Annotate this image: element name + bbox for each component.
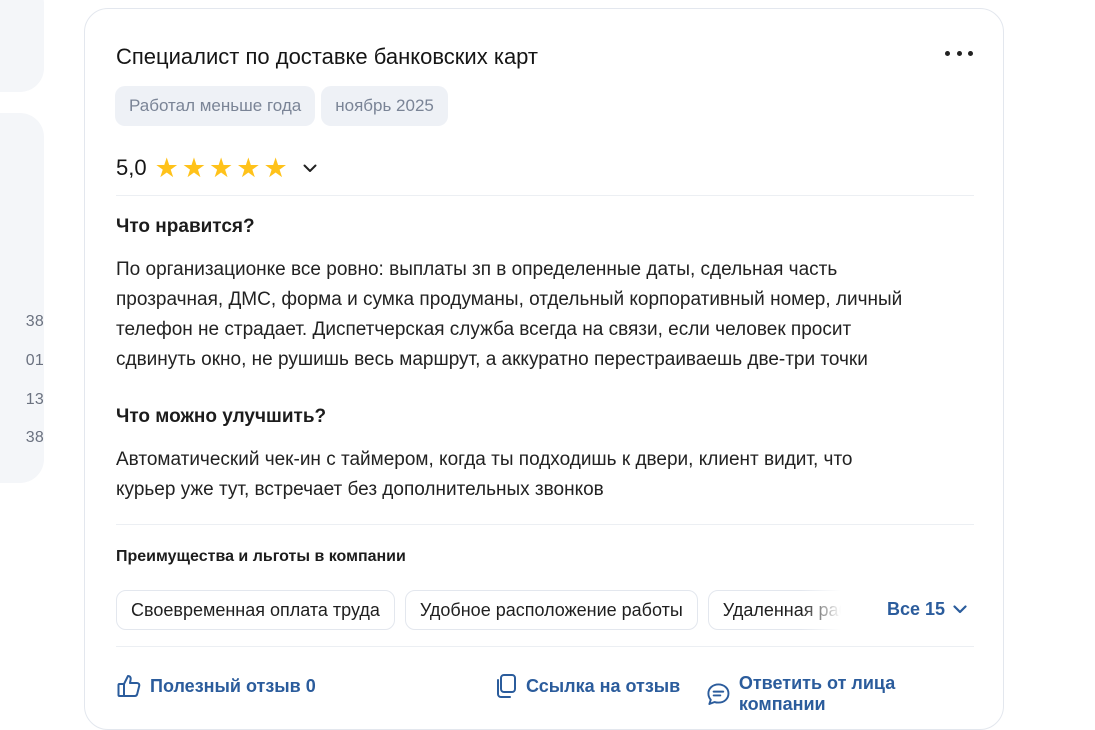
copy-link-label: Ссылка на отзыв xyxy=(526,675,681,696)
review-title: Специалист по доставке банковских карт xyxy=(116,44,539,69)
rating-expand-button[interactable] xyxy=(300,158,320,178)
helpful-label: Полезный отзыв 0 xyxy=(150,675,316,696)
tag-experience: Работал меньше года xyxy=(115,86,316,126)
likes-text-line: По организационке все ровно: выплаты зп … xyxy=(116,259,838,280)
rating-stars: ★ ★ ★ ★ ★ xyxy=(154,152,288,183)
divider xyxy=(116,524,974,525)
copy-link-button[interactable]: Ссылка на отзыв xyxy=(494,673,680,699)
benefits-all-button[interactable]: Все 15 xyxy=(887,599,967,620)
likes-title: Что нравится? xyxy=(116,216,255,237)
benefit-chip[interactable]: Удаленная работа xyxy=(707,590,841,630)
chevron-down-icon xyxy=(303,164,317,172)
star-icon: ★ xyxy=(154,152,179,183)
likes-text: По организационке все ровно: выплаты зп … xyxy=(116,255,986,375)
review-tags: Работал меньше года ноябрь 2025 xyxy=(115,86,448,126)
more-options-button[interactable] xyxy=(945,43,973,63)
benefits-chips: Своевременная оплата труда Удобное распо… xyxy=(116,590,841,630)
star-icon: ★ xyxy=(263,152,288,183)
more-dot-icon xyxy=(945,50,950,56)
tag-date: ноябрь 2025 xyxy=(321,86,448,126)
chevron-down-icon xyxy=(953,605,967,614)
left-panel-number: 13 xyxy=(25,391,44,408)
rating-value: 5,0 xyxy=(116,155,147,180)
benefit-chip[interactable]: Своевременная оплата труда xyxy=(116,590,395,630)
likes-text-line: прозрачная, ДМС, форма и сумка продуманы… xyxy=(116,289,903,310)
review-actions: Полезный отзыв 0 Ссылка на отзыв Ответит… xyxy=(116,673,976,714)
helpful-button[interactable]: Полезный отзыв 0 xyxy=(116,673,316,699)
copy-icon xyxy=(497,674,516,698)
improve-text-line: курьер уже тут, встречает без дополнител… xyxy=(116,479,604,500)
left-panel-number: 01 xyxy=(25,352,44,369)
likes-text-line: телефон не страдает. Диспетчерская служб… xyxy=(116,319,852,340)
reply-label: Ответить от лица компании xyxy=(738,673,896,714)
thumbs-up-icon xyxy=(117,675,141,697)
review-card: Специалист по доставке банковских карт Р… xyxy=(84,8,1004,730)
left-panel-card-top xyxy=(0,0,44,92)
benefits-all-label: Все 15 xyxy=(887,599,946,619)
improve-title: Что можно улучшить? xyxy=(116,406,327,427)
star-icon: ★ xyxy=(209,152,234,183)
more-dot-icon xyxy=(956,50,962,56)
rating-row: 5,0 ★ ★ ★ ★ ★ xyxy=(116,152,320,184)
benefits-title: Преимущества и льготы в компании xyxy=(116,548,406,565)
improve-text-line: Автоматический чек-ин с таймером, когда … xyxy=(116,449,853,470)
likes-text-line: сдвинуть окно, не рушишь весь маршрут, а… xyxy=(116,349,868,370)
improve-text: Автоматический чек-ин с таймером, когда … xyxy=(116,445,986,505)
star-icon: ★ xyxy=(181,152,207,183)
more-dot-icon xyxy=(968,50,973,56)
left-panel-number: 38 xyxy=(25,313,44,330)
star-icon: ★ xyxy=(236,152,261,183)
benefit-chip[interactable]: Удобное расположение работы xyxy=(404,590,698,630)
divider xyxy=(116,195,974,196)
reply-as-company-button[interactable]: Ответить от лица компании xyxy=(706,673,976,715)
divider xyxy=(116,646,974,647)
chat-bubble-icon xyxy=(707,683,730,705)
left-panel-card-bottom: 38 01 13 38 xyxy=(0,113,44,483)
left-panel-number: 38 xyxy=(25,429,44,446)
